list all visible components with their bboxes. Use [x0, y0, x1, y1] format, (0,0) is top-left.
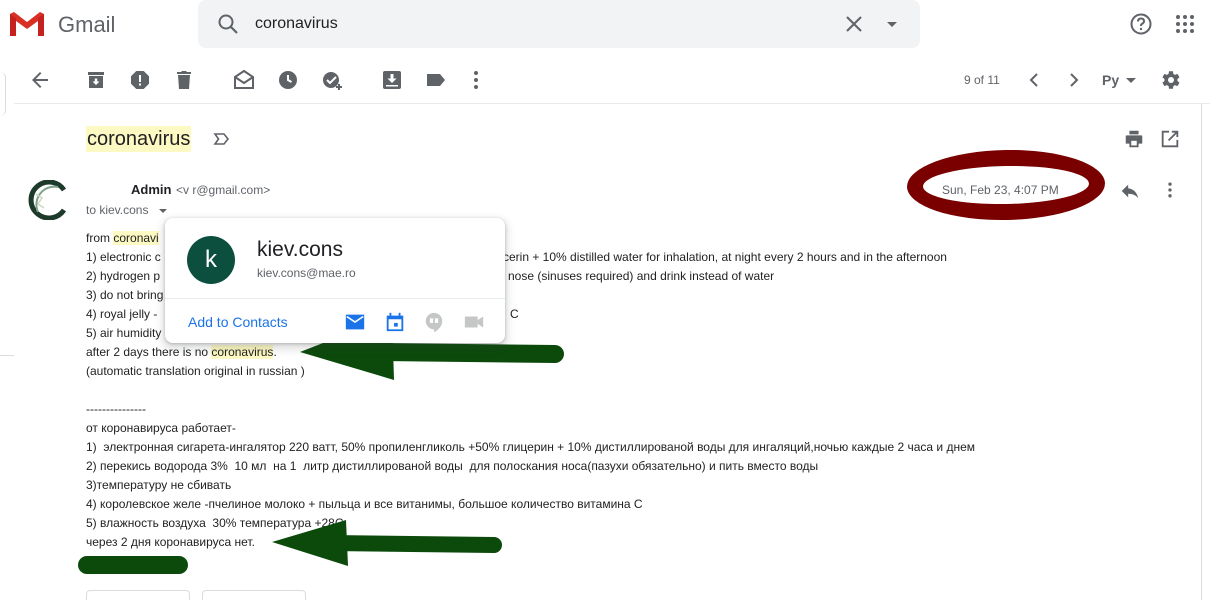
- reply-button[interactable]: [86, 590, 190, 600]
- settings-gear-icon[interactable]: [1158, 68, 1182, 92]
- body-line: [86, 381, 1086, 400]
- body-text: from: [86, 231, 114, 245]
- more-vertical-icon[interactable]: [464, 68, 488, 92]
- input-tools-language[interactable]: Pу: [1102, 72, 1119, 88]
- email-subject: coronavirus: [86, 126, 192, 152]
- body-text: ---------------: [86, 402, 146, 416]
- move-to-icon[interactable]: [380, 68, 404, 92]
- reply-icon[interactable]: [1119, 180, 1141, 202]
- important-marker-icon[interactable]: [212, 129, 232, 149]
- body-line: 3)температуру не сбивать: [86, 476, 1086, 495]
- sender-name[interactable]: Admin: [131, 182, 171, 197]
- body-text: через 2 дня коронавируса нет.: [86, 535, 255, 549]
- body-text: 1) электронная сигарета-ингалятор 220 ва…: [86, 440, 975, 454]
- body-text: 4) royal jelly -: [86, 307, 158, 321]
- body-text: .: [273, 345, 277, 359]
- body-text: 3)температуру не сбивать: [86, 478, 232, 492]
- label-icon[interactable]: [424, 68, 448, 92]
- highlighted-term: coronavirus: [211, 345, 274, 359]
- body-text: C: [510, 307, 519, 321]
- snooze-clock-icon[interactable]: [276, 68, 300, 92]
- search-bar[interactable]: coronavirus: [198, 0, 920, 48]
- recipient-line: to kiev.cons: [86, 203, 149, 217]
- body-text: (automatic translation original in russi…: [86, 364, 305, 378]
- body-text: 4) королевское желе -пчелиное молоко + п…: [86, 497, 643, 511]
- divider: [165, 298, 505, 299]
- mail-icon[interactable]: [344, 311, 366, 333]
- contact-name: kiev.cons: [257, 238, 343, 261]
- gmail-brand: Gmail: [58, 12, 116, 37]
- close-icon[interactable]: [842, 12, 866, 36]
- recipient-details-caret-icon[interactable]: [157, 205, 169, 217]
- hangouts-chat-icon[interactable]: [423, 311, 445, 333]
- contact-hover-card: k kiev.cons kiev.cons@mae.ro Add to Cont…: [165, 218, 505, 343]
- open-new-window-icon[interactable]: [1159, 128, 1181, 150]
- body-text: от коронавируса работает-: [86, 421, 236, 435]
- delete-icon[interactable]: [172, 68, 196, 92]
- sender-avatar[interactable]: [28, 180, 68, 220]
- body-line: (automatic translation original in russi…: [86, 362, 1086, 381]
- scrollbar-track[interactable]: [1201, 104, 1202, 600]
- body-line: after 2 days there is no coronavirus.: [86, 343, 1086, 362]
- body-text: 3) do not bring: [86, 288, 164, 302]
- body-text: cerin + 10% distilled water for inhalati…: [503, 250, 947, 264]
- body-text: 5) air humidity: [86, 326, 162, 340]
- body-line: ---------------: [86, 400, 1086, 419]
- print-icon[interactable]: [1123, 128, 1145, 150]
- add-to-contacts-link[interactable]: Add to Contacts: [188, 314, 288, 330]
- body-line: через 2 дня коронавируса нет.: [86, 533, 1086, 552]
- top-bar: Gmail coronavirus: [0, 0, 1210, 52]
- message-toolbar: 9 of 11 Pу: [14, 56, 1210, 104]
- gmail-logo-icon[interactable]: [8, 10, 46, 38]
- chevron-left-icon[interactable]: [1022, 68, 1046, 92]
- back-arrow-icon[interactable]: [28, 68, 52, 92]
- body-line: от коронавируса работает-: [86, 419, 1086, 438]
- pager-count: 9 of 11: [964, 73, 1000, 87]
- calendar-icon[interactable]: [384, 311, 406, 333]
- more-vertical-icon[interactable]: [1160, 180, 1180, 200]
- body-text: 2) hydrogen p: [86, 269, 161, 283]
- sender-email: <v r@gmail.com>: [176, 183, 271, 197]
- chevron-right-icon[interactable]: [1062, 68, 1086, 92]
- body-text: nose (sinuses required) and drink instea…: [508, 269, 775, 283]
- body-line: 2) перекись водорода 3% 10 мл на 1 литр …: [86, 457, 1086, 476]
- sidebar-edge: [0, 72, 6, 116]
- body-line: 4) королевское желе -пчелиное молоко + п…: [86, 495, 1086, 514]
- body-line: 1) электронная сигарета-ингалятор 220 ва…: [86, 438, 1086, 457]
- language-dropdown-icon[interactable]: [1124, 68, 1138, 92]
- search-input[interactable]: coronavirus: [255, 15, 338, 33]
- chevron-down-icon[interactable]: [880, 12, 904, 36]
- body-text: 2) перекись водорода 3% 10 мл на 1 литр …: [86, 459, 819, 473]
- archive-icon[interactable]: [84, 68, 108, 92]
- highlighted-term: coronavi: [113, 231, 159, 245]
- search-icon[interactable]: [216, 12, 240, 36]
- add-task-icon[interactable]: [320, 68, 344, 92]
- contact-email: kiev.cons@mae.ro: [257, 266, 356, 280]
- report-spam-icon[interactable]: [128, 68, 152, 92]
- body-line: 5) влажность воздуха 30% температура +28…: [86, 514, 1086, 533]
- forward-button[interactable]: [202, 590, 306, 600]
- contact-avatar: k: [187, 236, 235, 284]
- help-icon[interactable]: [1129, 12, 1153, 36]
- body-text: after 2 days there is no: [86, 345, 212, 359]
- mark-unread-icon[interactable]: [232, 68, 256, 92]
- body-text: 1) electronic c: [86, 250, 161, 264]
- apps-grid-icon[interactable]: [1173, 12, 1197, 36]
- body-text: 5) влажность воздуха 30% температура +28…: [86, 516, 344, 530]
- message-date: Sun, Feb 23, 4:07 PM: [942, 183, 1059, 197]
- redaction-bar: [78, 556, 188, 574]
- divider: [0, 355, 14, 356]
- video-call-icon[interactable]: [463, 311, 485, 333]
